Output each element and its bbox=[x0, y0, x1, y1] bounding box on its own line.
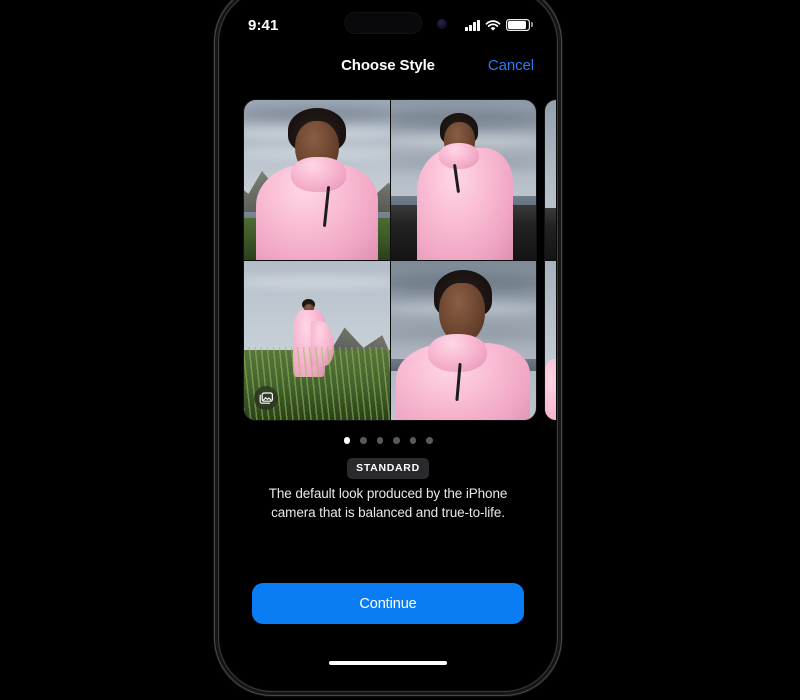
front-camera-dot bbox=[437, 19, 447, 29]
photo-stack-icon[interactable] bbox=[254, 386, 278, 410]
cellular-signal-icon bbox=[465, 19, 480, 31]
photo-cell-top-right bbox=[390, 100, 536, 260]
photo-cell-bottom-right bbox=[390, 260, 536, 420]
style-description: The default look produced by the iPhone … bbox=[268, 486, 508, 521]
photo-grid-peek bbox=[545, 100, 556, 420]
photo-cell-peek-top bbox=[545, 100, 556, 260]
photo-grid bbox=[244, 100, 536, 420]
cancel-button[interactable]: Cancel bbox=[488, 57, 534, 74]
dynamic-island bbox=[344, 12, 423, 34]
home-indicator[interactable] bbox=[329, 660, 447, 665]
standard-style-card[interactable] bbox=[244, 100, 536, 420]
status-bar-indicators bbox=[465, 19, 534, 31]
status-time: 9:41 bbox=[248, 16, 279, 34]
pagination-dot-3[interactable] bbox=[376, 437, 383, 444]
battery-icon bbox=[506, 19, 534, 31]
next-style-card-peek[interactable] bbox=[545, 100, 556, 420]
pagination-dot-2[interactable] bbox=[360, 437, 367, 444]
photo-cell-peek-bottom bbox=[545, 260, 556, 420]
screenshot-root: 9:41 Choose Style Cancel STANDARD The de… bbox=[0, 0, 800, 700]
continue-button[interactable]: Continue bbox=[252, 583, 524, 624]
style-name-badge: STANDARD bbox=[347, 458, 429, 479]
pagination-dot-4[interactable] bbox=[393, 437, 400, 444]
style-carousel[interactable] bbox=[220, 99, 556, 421]
pagination-dots bbox=[220, 437, 556, 444]
nav-bar: Choose Style Cancel bbox=[220, 48, 556, 82]
phone-screen: 9:41 Choose Style Cancel STANDARD The de… bbox=[220, 0, 556, 690]
battery-level-fill bbox=[508, 21, 526, 29]
photo-cell-bottom-left bbox=[244, 260, 390, 420]
pagination-dot-1[interactable] bbox=[343, 437, 350, 444]
photo-cell-top-left bbox=[244, 100, 390, 260]
style-badge-wrapper: STANDARD bbox=[220, 458, 556, 479]
pagination-dot-5[interactable] bbox=[409, 437, 416, 444]
wifi-icon bbox=[485, 19, 501, 31]
phone-frame: 9:41 Choose Style Cancel STANDARD The de… bbox=[214, 0, 562, 696]
pagination-dot-6[interactable] bbox=[426, 437, 433, 444]
